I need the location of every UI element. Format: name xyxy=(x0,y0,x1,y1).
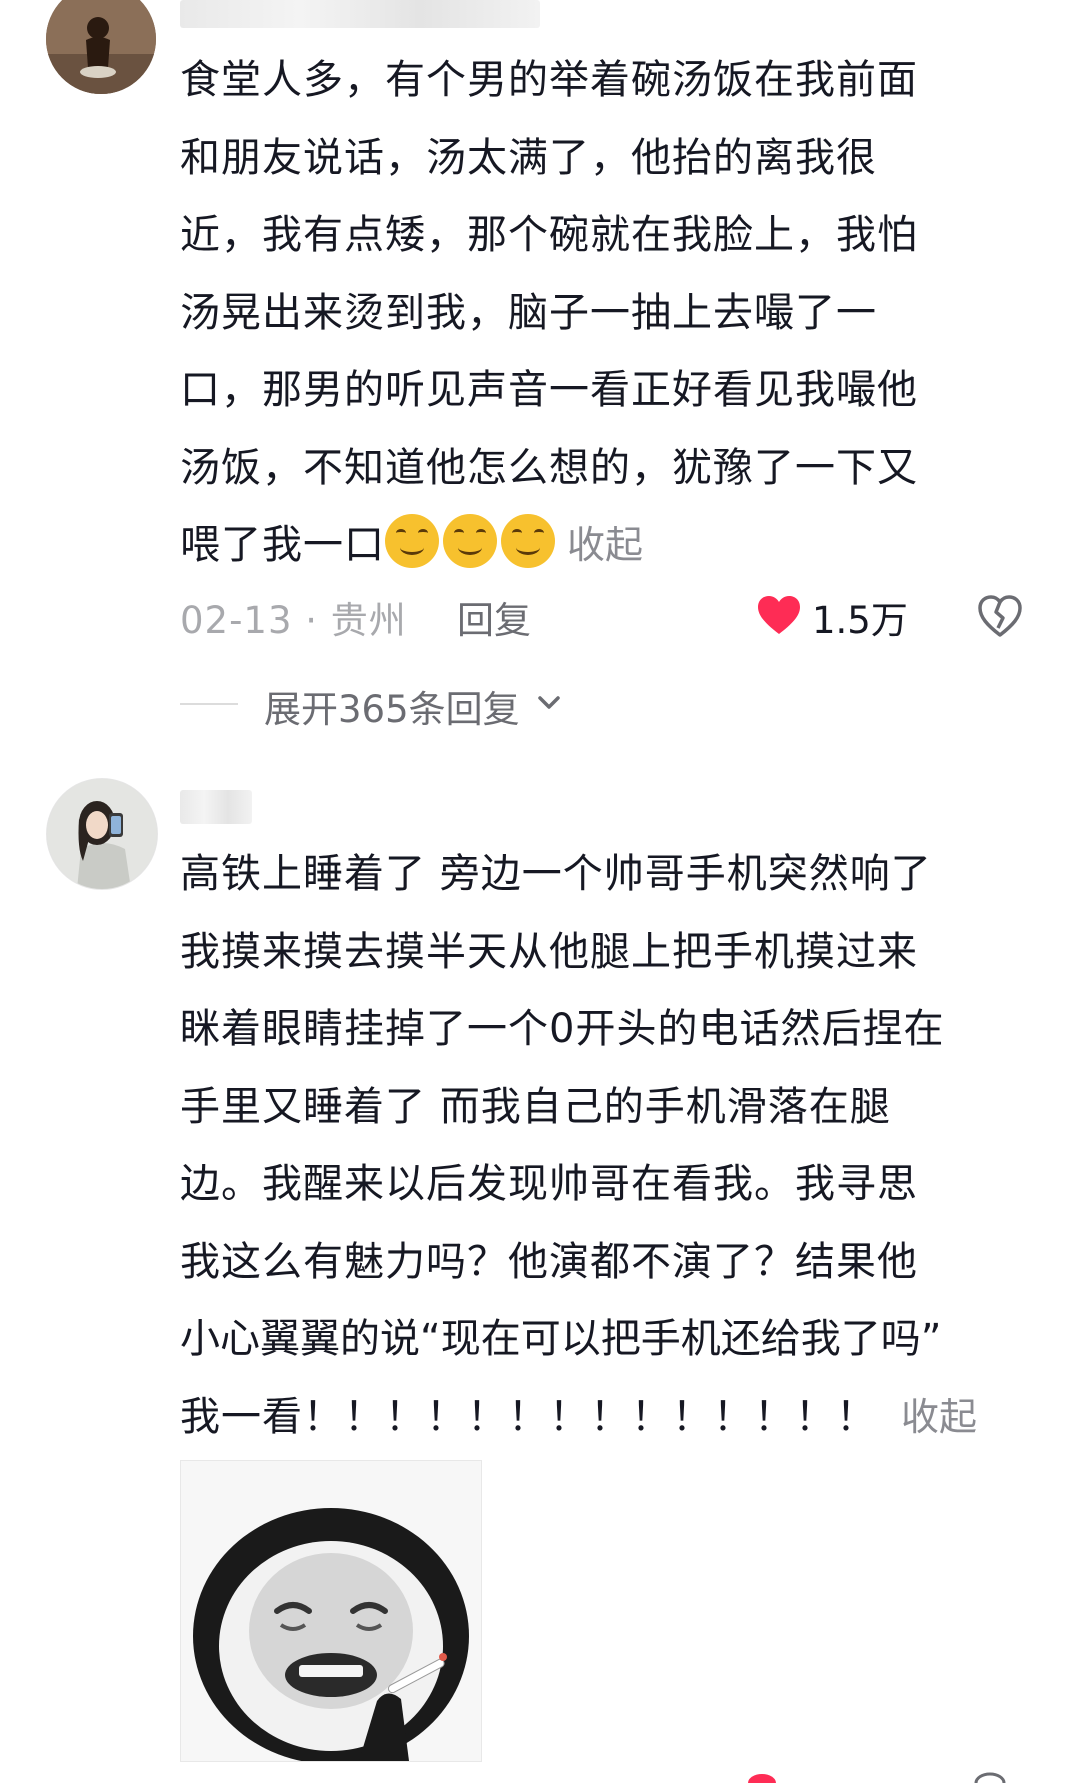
avatar-girl-selfie-icon xyxy=(47,779,157,889)
comment-text-line: 我一看！！！！！！！！！！！！！！ xyxy=(180,1393,877,1440)
comment-text-line: 小心翼翼的说“现在可以把手机还给我了吗” xyxy=(180,1316,942,1362)
comment-text-line: 食堂人多，有个男的举着碗汤饭在我前面 xyxy=(180,57,918,103)
expand-replies-button[interactable]: 展开365条回复 xyxy=(264,679,520,733)
collapse-link[interactable]: 收起 xyxy=(901,1395,977,1439)
comment-text-line: 汤晃出来烫到我，脑子一抽上去嘬了一 xyxy=(180,289,877,336)
smiling-face-icon xyxy=(501,514,555,568)
heart-like-icon[interactable] xyxy=(756,594,802,636)
panda-meme-icon xyxy=(181,1461,481,1761)
like-count: 1.5万 xyxy=(812,599,908,642)
crying-panda-sticker-icon[interactable] xyxy=(180,1460,482,1762)
chevron-down-icon[interactable] xyxy=(536,690,562,716)
comment-text-line: 我这么有魅力吗？他演都不演了？结果他 xyxy=(180,1238,918,1285)
comment-text-line: 和朋友说话，汤太满了，他抬的离我很 xyxy=(180,134,877,181)
comment-text-line-last: 我一看！！！！！！！！！！！！！！ 收起 xyxy=(180,1379,1030,1457)
comment-text-line: 口，那男的听见声音一看正好看见我嘬他 xyxy=(180,367,918,413)
collapse-link[interactable]: 收起 xyxy=(567,523,643,567)
comment-text-line: 高铁上睡着了 旁边一个帅哥手机突然响了 xyxy=(180,851,932,897)
comment-text-line: 边。我醒来以后发现帅哥在看我。我寻思 xyxy=(180,1161,918,1207)
avatar[interactable] xyxy=(46,778,158,890)
comment-text: 食堂人多，有个男的举着碗汤饭在我前面 和朋友说话，汤太满了，他抬的离我很 近，我… xyxy=(180,42,1030,585)
comment-text-line: 汤饭，不知道他怎么想的，犹豫了一下又 xyxy=(180,444,918,491)
avatar[interactable] xyxy=(46,0,156,94)
comment-date-location: 02-13 · 贵州 xyxy=(180,599,407,642)
comment-text-line-last: 喂了我一口 收起 xyxy=(180,507,1030,585)
partial-action-icons xyxy=(748,1772,1006,1783)
comment-text-line: 眯着眼睛挂掉了一个0开头的电话然后捏在 xyxy=(180,1006,945,1052)
username-redacted[interactable] xyxy=(180,0,540,28)
avatar-figure-icon xyxy=(46,0,156,94)
dislike-broken-heart-icon[interactable] xyxy=(977,594,1023,638)
comment-text-line: 手里又睡着了 而我自己的手机滑落在腿 xyxy=(180,1083,891,1130)
smiling-face-icon xyxy=(385,514,439,568)
reply-button[interactable]: 回复 xyxy=(457,590,531,644)
comment-text-line: 喂了我一口 xyxy=(180,522,385,568)
comment-text-line: 近，我有点矮，那个碗就在我脸上，我怕 xyxy=(180,212,918,258)
smiling-face-icon xyxy=(443,514,497,568)
username-redacted[interactable] xyxy=(180,790,252,824)
comment-text-line: 我摸来摸去摸半天从他腿上把手机摸过来 xyxy=(180,928,918,975)
comment-text: 高铁上睡着了 旁边一个帅哥手机突然响了 我摸来摸去摸半天从他腿上把手机摸过来 眯… xyxy=(180,836,1030,1456)
divider-line xyxy=(180,703,238,705)
